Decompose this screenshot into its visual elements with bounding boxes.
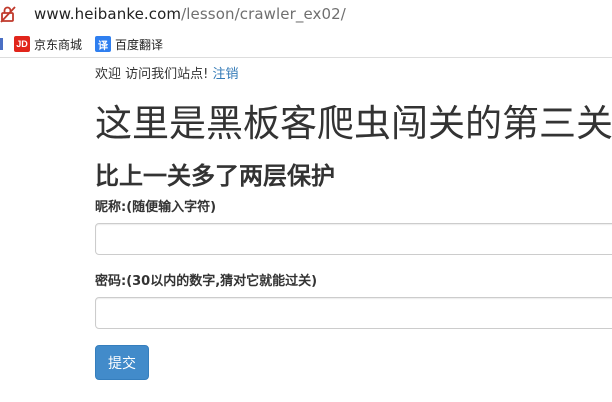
bookmark-jd[interactable]: JD 京东商城 — [14, 35, 82, 53]
not-secure-icon[interactable] — [0, 5, 16, 23]
logout-link[interactable]: 注销 — [213, 67, 239, 82]
url-path: /lesson/crawler_ex02/ — [181, 5, 346, 23]
bookmarks-bar: JD 京东商城 译 百度翻译 — [0, 30, 612, 58]
password-field[interactable] — [95, 297, 612, 329]
welcome-text: 欢迎 访问我们站点! — [95, 67, 209, 82]
jd-logo-icon: JD — [14, 36, 30, 52]
url-host: www.heibanke.com — [34, 5, 182, 23]
bookmark-label: 京东商城 — [34, 37, 83, 52]
nickname-field[interactable] — [95, 223, 612, 255]
submit-button[interactable]: 提交 — [95, 345, 149, 380]
address-bar[interactable]: www.heibanke.com/lesson/crawler_ex02/ — [0, 0, 612, 30]
url-text[interactable]: www.heibanke.com/lesson/crawler_ex02/ — [34, 5, 346, 23]
apps-icon[interactable] — [0, 38, 3, 50]
nickname-label: 昵称:(随便输入字符) — [95, 200, 217, 215]
welcome-line: 欢迎 访问我们站点! 注销 — [95, 67, 239, 83]
bookmark-label: 百度翻译 — [115, 37, 164, 52]
password-label: 密码:(30以内的数字,猜对它就能过关) — [95, 274, 318, 289]
translate-icon: 译 — [95, 36, 111, 52]
page-subtitle: 比上一关多了两层保护 — [95, 162, 335, 190]
bookmark-baidu-translate[interactable]: 译 百度翻译 — [95, 35, 163, 53]
page-title: 这里是黑板客爬虫闯关的第三关 — [95, 102, 612, 145]
